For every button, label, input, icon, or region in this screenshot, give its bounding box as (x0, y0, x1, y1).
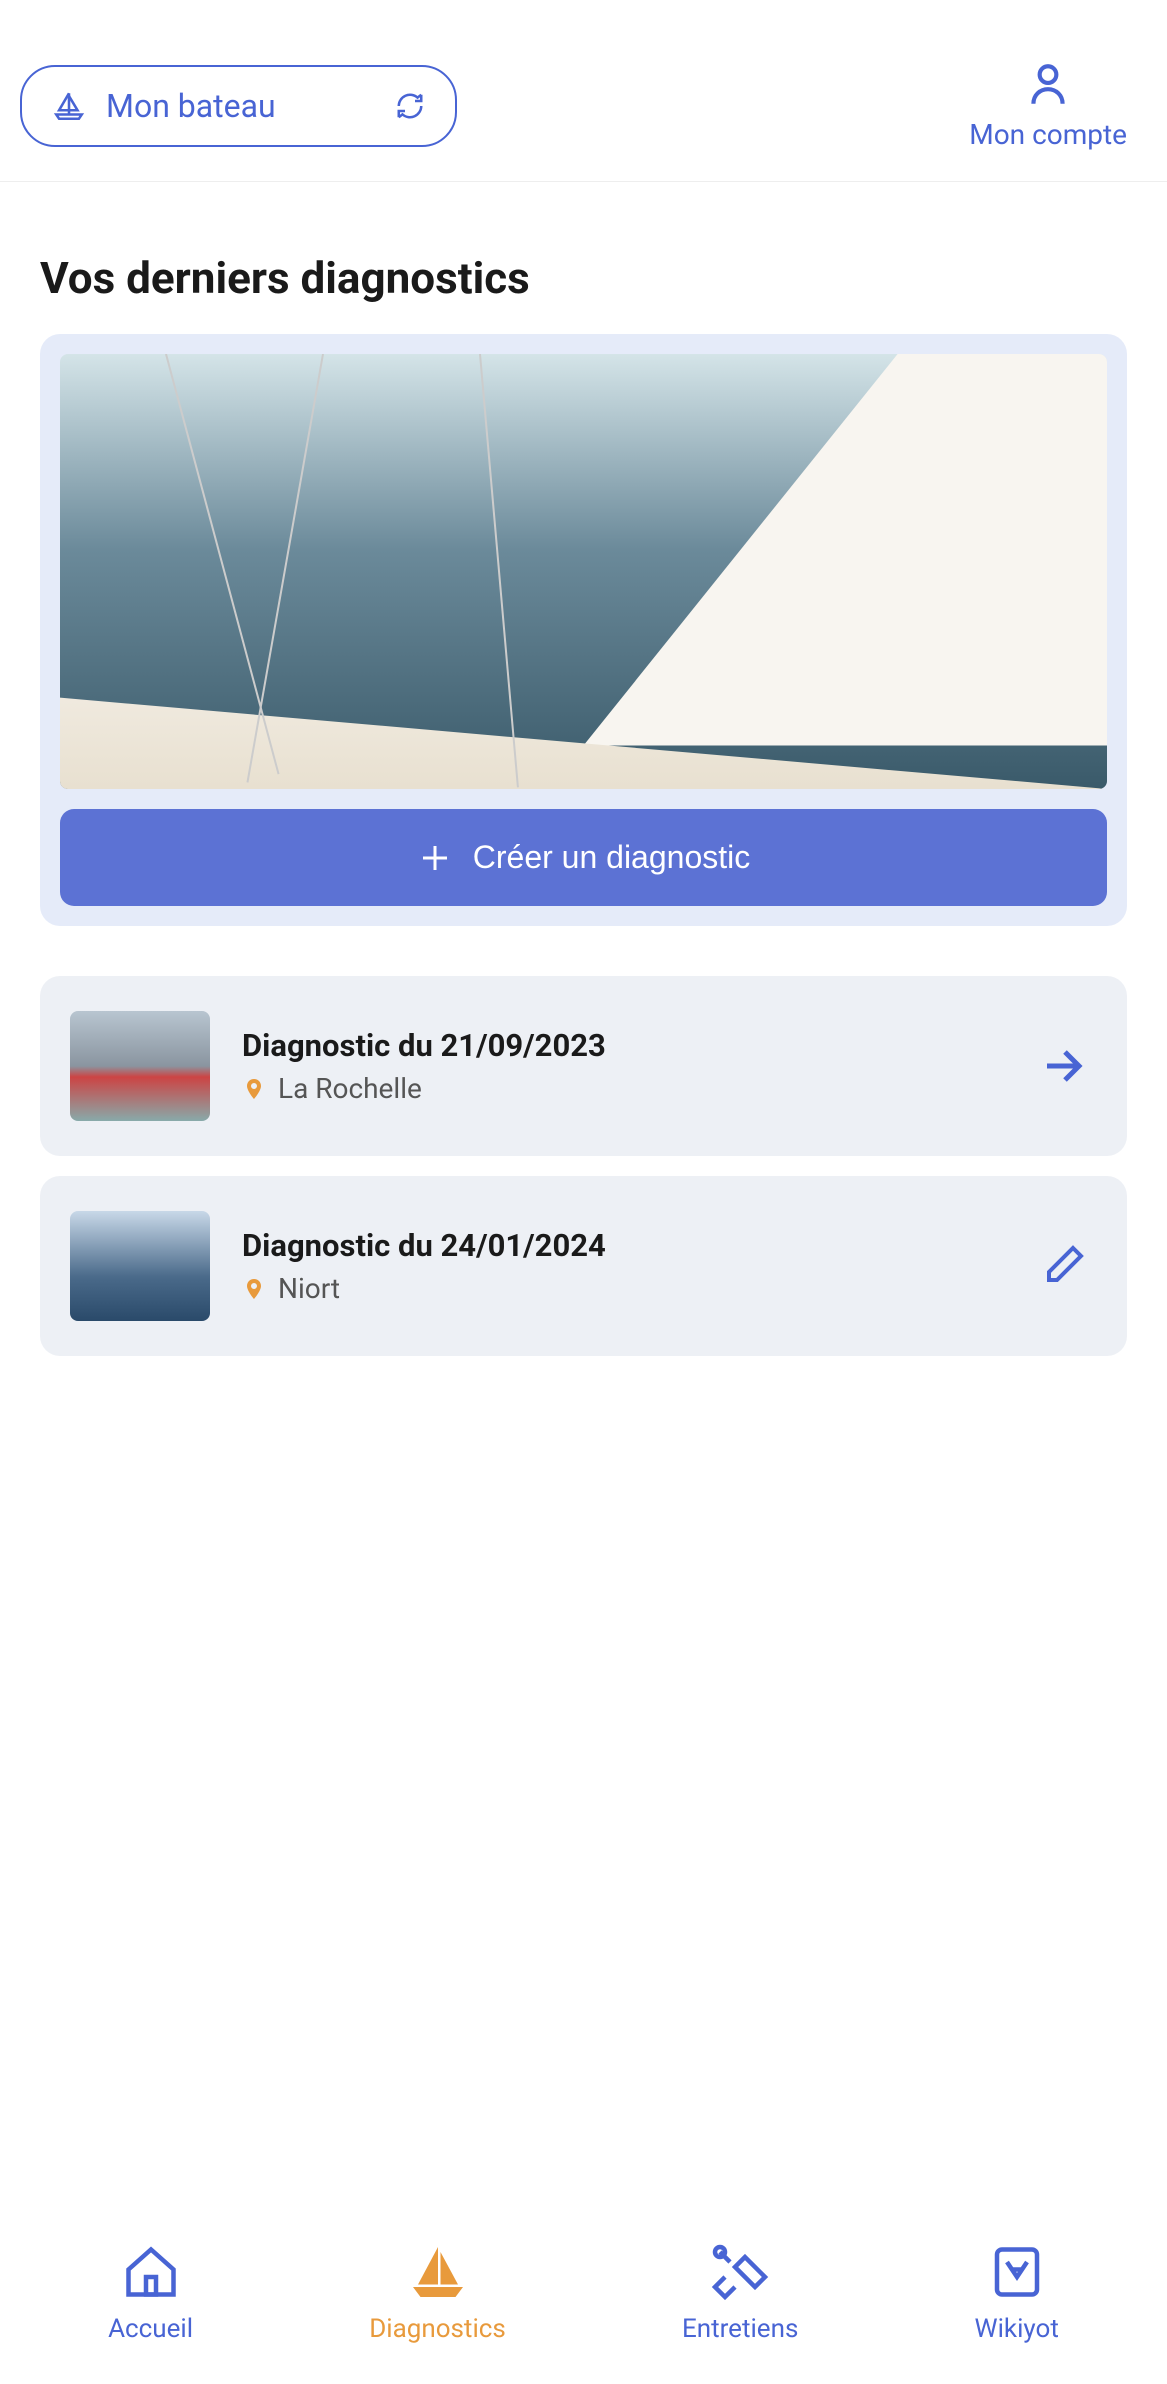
user-icon (1023, 60, 1073, 110)
header: Mon bateau Mon compte (0, 0, 1167, 182)
boat-selector-button[interactable]: Mon bateau (20, 65, 457, 147)
boat-icon (408, 2242, 468, 2302)
diagnostic-thumbnail (70, 1011, 210, 1121)
nav-wiki[interactable]: Wikiyot (975, 2242, 1059, 2344)
arrow-right-icon (1039, 1042, 1087, 1090)
tools-icon (710, 2242, 770, 2302)
diagnostic-info: Diagnostic du 21/09/2023 La Rochelle (242, 1027, 1007, 1105)
page-title: Vos derniers diagnostics (40, 252, 1127, 304)
nav-wiki-label: Wikiyot (975, 2314, 1059, 2344)
location-pin-icon (242, 1274, 266, 1304)
diagnostic-location-text: Niort (278, 1272, 340, 1305)
hero-card: Créer un diagnostic (40, 334, 1127, 926)
create-diagnostic-button[interactable]: Créer un diagnostic (60, 809, 1107, 906)
diagnostic-title: Diagnostic du 24/01/2024 (242, 1227, 1007, 1264)
nav-maintenance[interactable]: Entretiens (682, 2242, 798, 2344)
diagnostics-list: Diagnostic du 21/09/2023 La Rochelle (40, 976, 1127, 1356)
content-area: Vos derniers diagnostics Créer un diagno… (0, 182, 1167, 1396)
my-account-label: Mon compte (969, 118, 1127, 151)
nav-diagnostics[interactable]: Diagnostics (369, 2242, 506, 2344)
book-icon (987, 2242, 1047, 2302)
boat-icon (52, 89, 86, 123)
hero-boat-image (60, 354, 1107, 789)
refresh-icon (395, 91, 425, 121)
diagnostic-title: Diagnostic du 21/09/2023 (242, 1027, 1007, 1064)
diagnostic-item[interactable]: Diagnostic du 21/09/2023 La Rochelle (40, 976, 1127, 1156)
diagnostic-item[interactable]: Diagnostic du 24/01/2024 Niort (40, 1176, 1127, 1356)
nav-diagnostics-label: Diagnostics (369, 2314, 506, 2344)
location-pin-icon (242, 1074, 266, 1104)
nav-maintenance-label: Entretiens (682, 2314, 798, 2344)
diagnostic-location: La Rochelle (242, 1072, 1007, 1105)
plus-icon (417, 840, 453, 876)
create-button-label: Créer un diagnostic (473, 839, 750, 876)
diagnostic-thumbnail (70, 1211, 210, 1321)
my-account-button[interactable]: Mon compte (969, 60, 1127, 151)
diagnostic-info: Diagnostic du 24/01/2024 Niort (242, 1227, 1007, 1305)
edit-icon (1039, 1242, 1087, 1290)
bottom-navigation: Accueil Diagnostics Entretiens (0, 2212, 1167, 2384)
diagnostic-location-text: La Rochelle (278, 1072, 422, 1105)
nav-home[interactable]: Accueil (108, 2242, 193, 2344)
diagnostic-location: Niort (242, 1272, 1007, 1305)
home-icon (121, 2242, 181, 2302)
nav-home-label: Accueil (108, 2314, 193, 2344)
boat-selector-label: Mon bateau (106, 87, 276, 125)
